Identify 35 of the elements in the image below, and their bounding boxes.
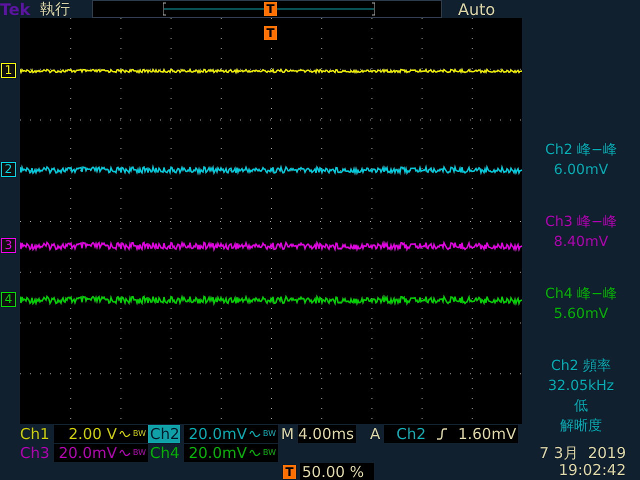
- channel-scale: 20.0mV BW: [184, 444, 278, 462]
- trigger-position-value: 50.00 %: [300, 463, 374, 480]
- channel-marker[interactable]: 4: [1, 292, 16, 307]
- channel-label[interactable]: Ch2: [148, 425, 180, 443]
- timebase-label: M: [281, 425, 294, 443]
- record-trigger-marker: T: [264, 2, 277, 16]
- measurement-value: 5.60mV: [554, 305, 608, 324]
- channel-scale: 20.0mV BW: [184, 425, 278, 443]
- trigger-position-icon: T: [283, 465, 296, 479]
- trigger-label: A: [370, 425, 380, 443]
- channel-label[interactable]: Ch1: [18, 425, 50, 443]
- channel-marker[interactable]: 3: [1, 238, 16, 253]
- brand-logo: Tek: [0, 0, 32, 18]
- measurement-title: Ch2 頻率: [550, 357, 611, 376]
- channel-scale: 2.00 V BW: [54, 425, 148, 443]
- resolution-note: 低: [574, 397, 588, 416]
- measurement-value: 8.40mV: [554, 233, 608, 252]
- time: 19:02:42: [558, 462, 626, 479]
- channel-marker[interactable]: 2: [1, 162, 16, 177]
- channel-label[interactable]: Ch4: [148, 444, 180, 462]
- resolution-note: 解晰度: [560, 417, 602, 436]
- channel-marker[interactable]: 1: [1, 63, 16, 78]
- measurement-title: Ch2 峰−峰: [545, 141, 617, 160]
- trigger-readout: Ch2 1.60mV: [384, 425, 518, 443]
- measurement-title: Ch3 峰−峰: [545, 213, 617, 232]
- measurement-value: 6.00mV: [554, 161, 608, 180]
- measurement-value: 32.05kHz: [548, 377, 614, 396]
- date: 7 3月 2019: [539, 445, 626, 462]
- rising-edge-icon: [436, 427, 448, 441]
- channel-scale: 20.0mV BW: [54, 444, 148, 462]
- run-state: 執行: [40, 0, 71, 18]
- measurement-title: Ch4 峰−峰: [545, 285, 617, 304]
- trigger-mode: Auto: [458, 0, 496, 18]
- timebase-value: 4.00ms: [298, 425, 356, 443]
- trigger-marker[interactable]: T: [264, 26, 277, 40]
